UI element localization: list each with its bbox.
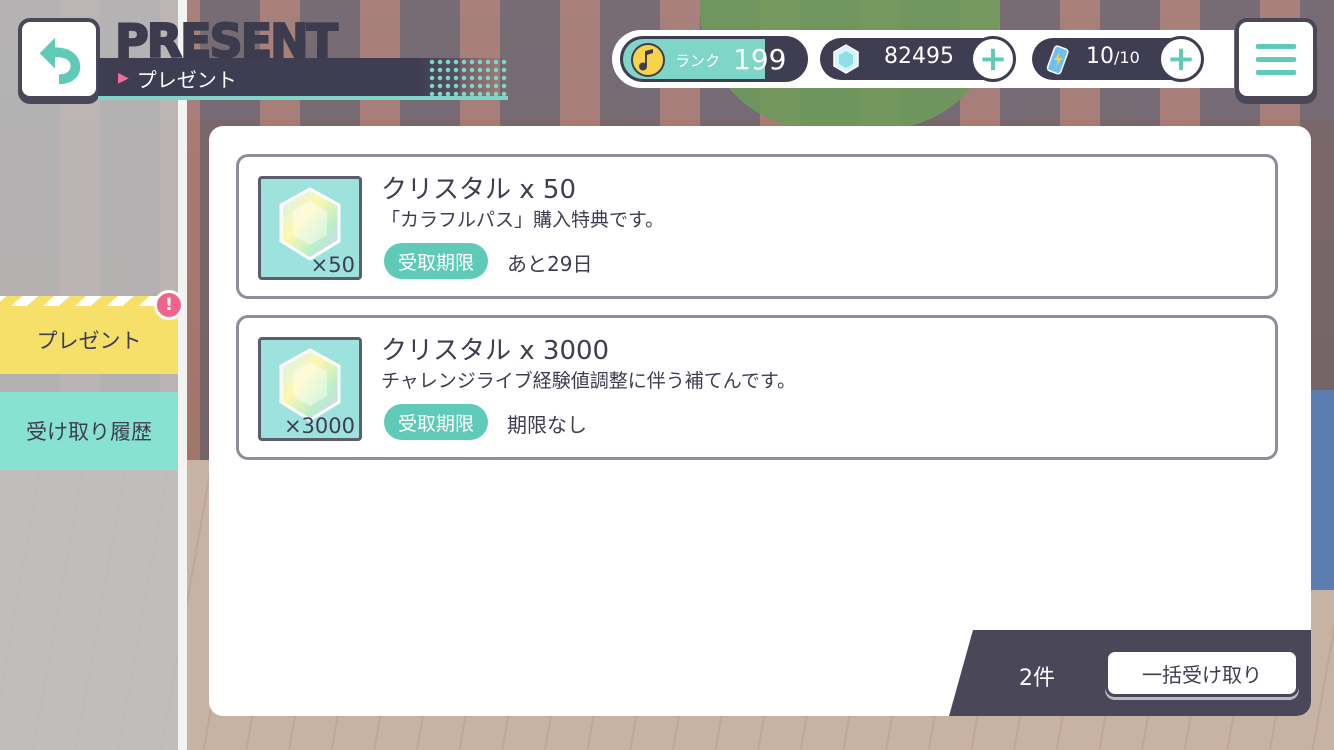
tab-history[interactable]: 受け取り履歴 [0, 392, 178, 470]
item-quantity: ×50 [310, 253, 355, 277]
add-energy-button[interactable]: + [1158, 36, 1204, 82]
item-description: 「カラフルパス」購入特典です。 [381, 209, 665, 231]
crystal-value: 82495 [884, 44, 954, 69]
item-name: クリスタル x 50 [381, 175, 577, 205]
claim-all-button[interactable]: 一括受け取り [1105, 649, 1299, 697]
rank-label: ランク [675, 52, 721, 70]
back-arrow-icon [39, 37, 81, 85]
rank-value: 199 [733, 43, 787, 76]
deadline-value: 期限なし [507, 413, 587, 437]
battery-icon [1046, 45, 1069, 75]
present-card[interactable]: ×3000 クリスタル x 3000 チャレンジライブ経験値調整に伴う補てんです… [236, 315, 1278, 460]
deadline-value: あと29日 [507, 252, 593, 276]
alert-badge: ! [154, 290, 184, 320]
item-quantity: ×3000 [283, 414, 355, 438]
rank-gauge: ランク 199 [620, 36, 808, 82]
present-count: 2件 [1019, 666, 1055, 691]
music-note-icon [631, 43, 665, 77]
triangle-icon: ▶ [118, 70, 129, 86]
deadline-badge: 受取期限 [384, 243, 489, 279]
present-list-panel: ×50 クリスタル x 50 「カラフルパス」購入特典です。 受取期限 あと29… [209, 126, 1311, 716]
energy-value: 10/10 [1086, 44, 1140, 69]
crystal-icon [279, 187, 341, 261]
item-thumbnail: ×50 [258, 176, 362, 280]
plus-icon: + [978, 39, 1008, 79]
tab-present[interactable]: プレゼント [0, 296, 178, 374]
item-thumbnail: ×3000 [258, 337, 362, 441]
back-button[interactable] [18, 18, 100, 100]
item-name: クリスタル x 3000 [381, 336, 610, 366]
plus-icon: + [1166, 39, 1196, 79]
crystal-icon [279, 348, 341, 422]
add-crystal-button[interactable]: + [970, 36, 1016, 82]
hamburger-menu-icon [1256, 43, 1296, 49]
menu-button[interactable] [1235, 18, 1317, 100]
crystal-icon [833, 44, 859, 74]
page-title-jp: ▶ プレゼント [118, 63, 237, 93]
item-description: チャレンジライブ経験値調整に伴う補てんです。 [381, 370, 796, 392]
present-card[interactable]: ×50 クリスタル x 50 「カラフルパス」購入特典です。 受取期限 あと29… [236, 154, 1278, 299]
page-subtitle: プレゼント [136, 67, 237, 92]
deadline-badge: 受取期限 [384, 404, 489, 440]
